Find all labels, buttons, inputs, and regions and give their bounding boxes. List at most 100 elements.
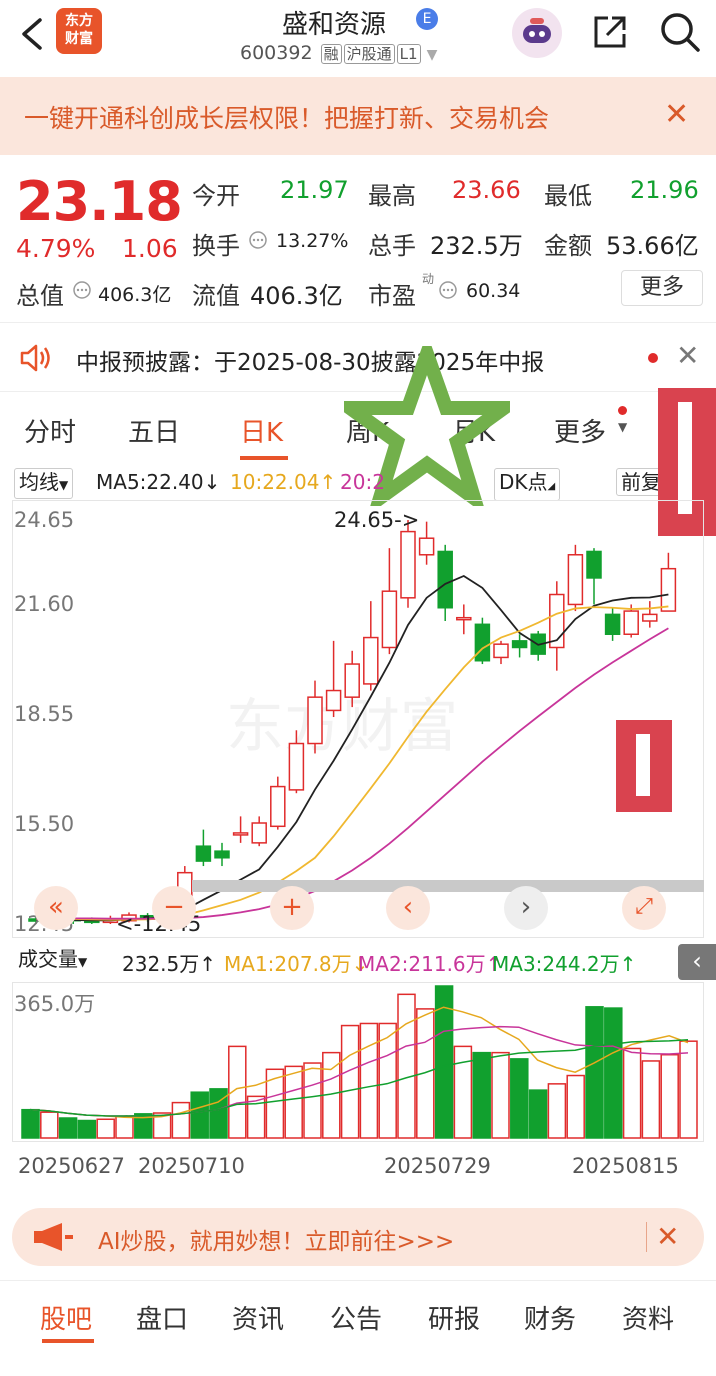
info-icon[interactable] xyxy=(438,280,458,304)
ai-banner-close-icon[interactable]: ✕ xyxy=(656,1220,679,1253)
notice-close-icon[interactable]: ✕ xyxy=(676,339,699,372)
tag-shanghai-connect: 沪股通 xyxy=(343,44,395,64)
change-amount: 1.06 xyxy=(122,234,178,263)
volume-bar xyxy=(510,1058,529,1139)
kline-chart[interactable]: 东方财富 24.65 21.60 18.55 15.50 12.45 24.65… xyxy=(12,500,704,938)
more-dropdown-icon[interactable]: ▼ xyxy=(618,420,627,434)
tab-guba[interactable]: 股吧 xyxy=(40,1299,92,1336)
y-tick: 18.55 xyxy=(14,702,75,726)
tab-profile[interactable]: 资料 xyxy=(622,1299,674,1336)
tag-margin: 融 xyxy=(320,44,342,64)
chart-scroll-left-button[interactable]: « xyxy=(34,886,78,930)
ma-selector-label: 均线 xyxy=(19,470,59,494)
dropdown-icon[interactable]: ▼ xyxy=(427,47,438,63)
ma-selector[interactable]: 均线▼ xyxy=(14,468,74,499)
volume-bar xyxy=(528,1089,548,1139)
candle xyxy=(456,604,472,635)
header: 东方 财富 盛和资源 E 600392 融沪股通 L1 ▼ xyxy=(0,0,716,76)
tab-intraday[interactable]: 分时 xyxy=(24,412,76,449)
candle xyxy=(660,552,677,612)
active-bottom-tab-underline xyxy=(42,1339,94,1343)
notice-unread-dot xyxy=(648,353,658,363)
x-tick: 20250627 xyxy=(18,1154,125,1178)
tab-finance[interactable]: 财务 xyxy=(524,1299,576,1336)
collapse-panel-icon[interactable]: ‹ xyxy=(678,944,716,980)
y-tick: 15.50 xyxy=(14,812,75,836)
chart-fullscreen-button[interactable]: ⤢ xyxy=(622,886,666,930)
back-arrow-icon[interactable] xyxy=(14,14,54,54)
volume-bar xyxy=(96,1118,115,1139)
chart-zoom-out-button[interactable]: − xyxy=(152,886,196,930)
candle xyxy=(493,640,509,665)
chart-prev-button[interactable]: ‹ xyxy=(386,886,430,930)
x-tick: 20250729 xyxy=(384,1154,491,1178)
volume-bar xyxy=(284,1065,303,1139)
ma20-value: 20:2 xyxy=(340,470,385,494)
open-label: 今开 xyxy=(192,182,240,210)
tab-five-day[interactable]: 五日 xyxy=(128,412,180,449)
tab-research[interactable]: 研报 xyxy=(428,1299,480,1336)
candle xyxy=(474,617,491,665)
amount-value: 53.66亿 xyxy=(606,232,699,260)
more-button[interactable]: 更多 xyxy=(621,270,703,306)
volume-bar xyxy=(265,1068,285,1139)
promo-text[interactable]: 一键开通科创成长层权限！把握打新、交易机会 xyxy=(24,99,549,135)
volume-bar xyxy=(340,1024,360,1139)
ma5-value: MA5:22.40↓ xyxy=(96,470,221,494)
open-value: 21.97 xyxy=(280,176,349,204)
mktcap-value: 406.3亿 xyxy=(98,284,172,306)
stock-code-line[interactable]: 600392 融沪股通 L1 ▼ xyxy=(240,42,437,64)
stock-title: 盛和资源 xyxy=(282,10,387,40)
info-icon[interactable] xyxy=(248,230,268,254)
candle xyxy=(437,544,453,621)
high-value: 23.66 xyxy=(452,176,521,204)
current-price: 23.18 xyxy=(16,170,183,233)
tab-news[interactable]: 资讯 xyxy=(232,1299,284,1336)
low-value: 21.96 xyxy=(630,176,699,204)
tab-pankou[interactable]: 盘口 xyxy=(136,1299,188,1336)
logo-line1: 东方 xyxy=(65,13,93,29)
dk-point-button[interactable]: DK点◢ xyxy=(494,468,561,501)
volume-current: 232.5万↑ xyxy=(122,952,217,976)
tab-more[interactable]: 更多 xyxy=(554,412,606,449)
promo-close-icon[interactable]: ✕ xyxy=(664,97,689,132)
tab-announcements[interactable]: 公告 xyxy=(330,1299,382,1336)
ai-banner[interactable]: AI炒股，就用妙想！立即前往>>> ✕ xyxy=(12,1208,704,1266)
volume-chart[interactable]: 365.0万 xyxy=(12,982,704,1142)
chart-scroll-bar[interactable] xyxy=(192,880,704,892)
volume-bar xyxy=(604,1007,623,1139)
info-icon[interactable] xyxy=(72,280,92,304)
volume-bar xyxy=(303,1062,322,1139)
search-icon[interactable] xyxy=(658,10,702,54)
share-icon[interactable] xyxy=(590,12,630,52)
mktcap-label: 总值 xyxy=(16,282,64,310)
y-tick: 21.60 xyxy=(14,592,75,616)
candle xyxy=(549,581,565,671)
pe-value: 60.34 xyxy=(466,280,521,302)
volume-selector[interactable]: 成交量▼ xyxy=(14,946,92,975)
tab-daily-k[interactable]: 日K xyxy=(240,412,283,449)
candle xyxy=(232,816,249,843)
promo-banner[interactable]: 一键开通科创成长层权限！把握打新、交易机会 ✕ xyxy=(0,77,716,155)
chart-next-button[interactable]: › xyxy=(504,886,548,930)
kline-svg: 东方财富 xyxy=(12,500,704,938)
bottom-tabs: 股吧 盘口 资讯 公告 研报 财务 资料 xyxy=(0,1280,716,1376)
float-value: 406.3亿 xyxy=(250,282,343,310)
candle xyxy=(381,548,398,655)
volume-ma2: MA2:211.6万↑ xyxy=(358,952,503,976)
volume-value: 232.5万 xyxy=(430,232,523,260)
chart-zoom-in-button[interactable]: + xyxy=(270,886,314,930)
volume-ma3: MA3:244.2万↑ xyxy=(492,952,637,976)
avatar-icon[interactable] xyxy=(512,8,562,58)
volume-selector-label: 成交量 xyxy=(18,947,78,971)
volume-bar xyxy=(77,1119,97,1139)
candle xyxy=(586,548,602,605)
volume-svg xyxy=(12,982,704,1142)
candle xyxy=(325,640,342,718)
dropdown-icon: ▼ xyxy=(78,955,88,969)
ai-banner-text[interactable]: AI炒股，就用妙想！立即前往>>> xyxy=(98,1222,454,1256)
volume-bar xyxy=(40,1111,59,1139)
eastmoney-logo[interactable]: 东方 财富 xyxy=(56,8,102,54)
candle xyxy=(400,520,416,608)
volume-indicator-bar: 成交量▼ 232.5万↑ MA1:207.8万↓ MA2:211.6万↑ MA3… xyxy=(12,944,716,980)
